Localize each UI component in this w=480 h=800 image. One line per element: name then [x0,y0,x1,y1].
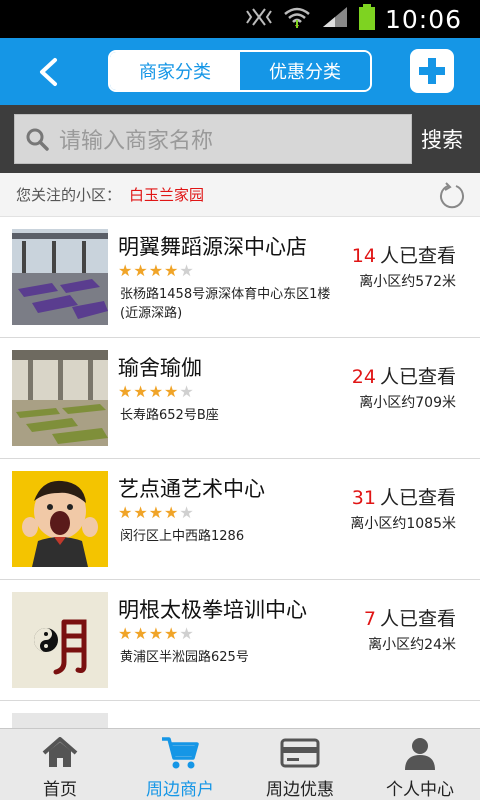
view-count: 7 人已查看 [364,604,456,631]
vibrate-icon [245,7,273,31]
star-icon: ★ [164,261,179,280]
merchant-name: 艺点通艺术中心 [118,477,265,501]
wifi-icon [283,6,311,32]
star-icon: ★ [118,503,133,522]
refresh-button[interactable] [438,182,466,210]
add-button[interactable] [410,49,454,93]
view-count-suffix: 人已查看 [379,487,456,509]
star-icon: ★ [148,382,164,401]
merchant-thumbnail [12,350,108,446]
view-count: 14 人已查看 [352,241,456,268]
followed-community-label: 您关注的小区： [16,186,122,204]
back-button[interactable] [28,52,68,92]
star-icon: ★ [133,382,148,401]
merchant-address: 长寿路652号B座 [120,408,219,423]
nav-nearby-discounts-label: 周边优惠 [266,780,334,800]
merchant-thumbnail [12,471,108,567]
star-icon: ★ [164,382,179,401]
view-count-number: 31 [351,487,376,509]
nav-nearby-discounts[interactable]: 周边优惠 [240,729,360,800]
followed-community-name[interactable]: 白玉兰家园 [129,184,204,205]
nav-nearby-merchants[interactable]: 周边商户 [120,729,240,800]
view-count-number: 14 [351,245,376,267]
merchant-distance: 离小区约1085米 [350,516,456,532]
home-icon [40,735,80,771]
tab-discount-category[interactable]: 优惠分类 [240,52,370,90]
merchant-name: 瑜舍瑜伽 [118,356,202,380]
search-bar: 请输入商家名称 搜索 [0,105,480,173]
merchant-address: 张杨路1458号源深体育中心东区1楼(近源深路) [120,287,331,321]
tab-merchant-category[interactable]: 商家分类 [110,52,240,90]
star-icon: ★ [118,261,133,280]
cart-icon [160,735,200,771]
search-button[interactable]: 搜索 [414,114,470,164]
followed-community-row: 您关注的小区： 白玉兰家园 [0,173,480,217]
view-count: 24 人已查看 [352,362,456,389]
clock-time: 10:06 [384,4,462,34]
star-icon: ★ [133,503,148,522]
star-icon: ★ [164,624,179,643]
merchant-address: 闵行区上中西路1286 [120,529,245,544]
signal-icon [321,5,349,33]
merchant-address: 黄浦区半淞园路625号 [120,650,249,665]
battery-icon [358,4,375,34]
view-count-suffix: 人已查看 [379,366,456,388]
nav-personal-center-label: 个人中心 [386,780,454,800]
merchant-thumbnail [12,592,108,688]
rating-stars: ★ ★ ★ ★ ★ [118,384,195,400]
chevron-left-icon [40,58,57,86]
star-icon: ★ [118,624,133,643]
star-icon: ★ [179,382,194,401]
star-icon: ★ [164,503,179,522]
star-icon: ★ [179,624,194,643]
merchant-item[interactable]: 明翼舞蹈源深中心店 ★ ★ ★ ★ ★ 张杨路1458号源深体育中心东区1楼(近源深路)… [0,217,480,338]
star-icon: ★ [148,503,164,522]
nav-personal-center[interactable]: 个人中心 [360,729,480,800]
view-count-number: 24 [351,366,376,388]
rating-stars: ★ ★ ★ ★ ★ [118,626,195,642]
app-screen: 10:06 商家分类 优惠分类 请输入商家名称 搜索 您关注的小区： 白玉兰家园 [0,0,480,800]
search-placeholder: 请输入商家名称 [59,129,214,154]
search-input[interactable]: 请输入商家名称 [14,114,412,164]
plus-icon [419,58,445,84]
nav-nearby-merchants-label: 周边商户 [146,780,214,800]
merchant-distance: 离小区约572米 [359,274,456,290]
merchant-name: 明根太极拳培训中心 [118,598,307,622]
star-icon: ★ [148,261,164,280]
view-count-suffix: 人已查看 [379,245,456,267]
star-icon: ★ [148,624,164,643]
bottom-navigation: 首页 周边商户 周边优惠 个人中心 [0,728,480,800]
merchant-item[interactable]: 明根太极拳培训中心 ★ ★ ★ ★ ★ 黄浦区半淞园路625号 7 人已查看 离小区约24… [0,580,480,701]
merchant-item[interactable]: 瑜舍瑜伽 ★ ★ ★ ★ ★ 长寿路652号B座 24 人已查看 离小区约709米 [0,338,480,459]
rating-stars: ★ ★ ★ ★ ★ [118,263,195,279]
view-count: 31 人已查看 [352,483,456,510]
merchant-list: 明翼舞蹈源深中心店 ★ ★ ★ ★ ★ 张杨路1458号源深体育中心东区1楼(近源深路)… [0,217,480,800]
nav-home[interactable]: 首页 [0,729,120,800]
merchant-item[interactable]: 艺点通艺术中心 ★ ★ ★ ★ ★ 闵行区上中西路1286 31 人已查看 离小区约108… [0,459,480,580]
merchant-name: 明翼舞蹈源深中心店 [118,235,307,259]
app-header: 商家分类 优惠分类 [0,38,480,105]
view-count-suffix: 人已查看 [379,608,456,630]
star-icon: ★ [133,261,148,280]
star-icon: ★ [118,382,133,401]
refresh-icon [440,182,464,209]
category-segmented-control: 商家分类 优惠分类 [108,50,372,92]
user-icon [400,735,440,771]
status-bar: 10:06 [0,0,480,38]
rating-stars: ★ ★ ★ ★ ★ [118,505,195,521]
merchant-distance: 离小区约709米 [359,395,456,411]
nav-home-label: 首页 [43,780,77,800]
card-icon [280,735,320,771]
search-icon [26,128,49,151]
merchant-distance: 离小区约24米 [368,637,456,653]
merchant-thumbnail [12,229,108,325]
star-icon: ★ [133,624,148,643]
star-icon: ★ [179,503,194,522]
view-count-number: 7 [363,608,376,630]
star-icon: ★ [179,261,194,280]
